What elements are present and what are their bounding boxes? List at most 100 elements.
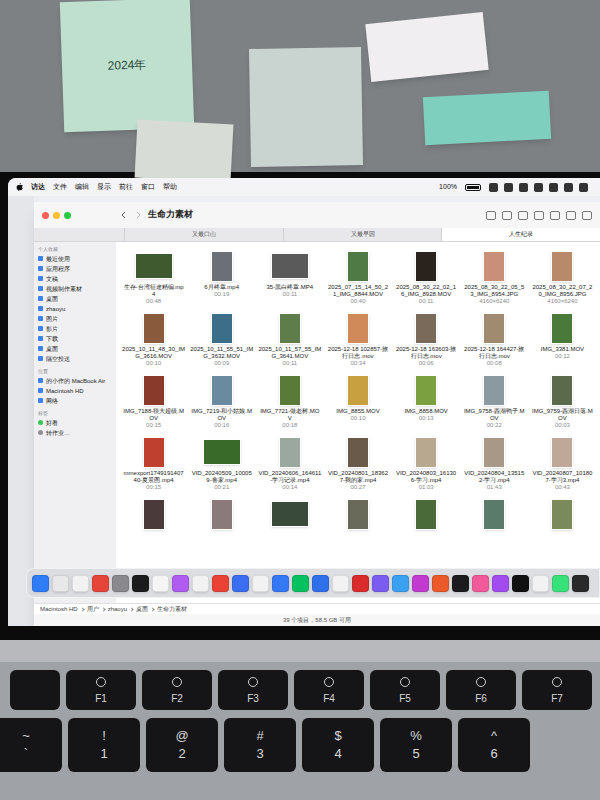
file-item[interactable]: 2025-12-18 163603-旅行日志.mov00:06 [395, 312, 458, 369]
file-item[interactable]: IMG_7721-做老树.MOV00:18 [258, 374, 321, 431]
file-item[interactable]: VID_20240804_135152-学习.mp401:43 [463, 436, 526, 493]
toolbar-icon[interactable] [518, 211, 528, 220]
sidebar-item[interactable]: 桌面 [38, 344, 112, 353]
file-item[interactable]: IMG_7188-很大超级.MOV00:15 [122, 374, 185, 431]
dock-app-icon[interactable] [352, 575, 369, 592]
dock-app-icon[interactable] [152, 575, 169, 592]
dock-app-icon[interactable] [92, 575, 109, 592]
file-item[interactable]: 35-黑白终章.MP400:11 [258, 250, 321, 307]
dock-app-icon[interactable] [132, 575, 149, 592]
dock-app-icon[interactable] [292, 575, 309, 592]
file-item[interactable]: 2025_08_30_22_02_16_IMG_8928.MOV00:11 [395, 250, 458, 307]
dock-app-icon[interactable] [52, 575, 69, 592]
menu-item[interactable]: 文件 [53, 182, 67, 193]
status-icon[interactable] [519, 183, 528, 192]
dock-app-icon[interactable] [372, 575, 389, 592]
file-item[interactable]: mmexport1749191407 40-夏景图.mp400:15 [122, 436, 185, 493]
zoom-button[interactable] [64, 212, 71, 219]
sidebar-item[interactable]: 的小作的 MacBook Air [38, 376, 112, 385]
dock-app-icon[interactable] [472, 575, 489, 592]
sidebar-item[interactable]: 转作业… [38, 428, 112, 437]
sidebar-item[interactable]: 影片 [38, 324, 112, 333]
file-item[interactable]: IMG_8858.MOV00:13 [395, 374, 458, 431]
dock-app-icon[interactable] [252, 575, 269, 592]
dock-app-icon[interactable] [232, 575, 249, 592]
path-item[interactable]: 桌面 [130, 605, 148, 614]
file-item[interactable]: VID_20240606_164611-学习记录.mp400:14 [258, 436, 321, 493]
file-item[interactable]: VID_20240807_101807-学习3.mp400:43 [531, 436, 594, 493]
menu-item[interactable]: 帮助 [163, 182, 177, 193]
back-icon[interactable] [120, 211, 128, 219]
dock-app-icon[interactable] [412, 575, 429, 592]
sidebar-item[interactable]: zhaoyu [38, 304, 112, 313]
file-item[interactable]: 生存-台湾征途精编.mp400:48 [122, 250, 185, 307]
sidebar-item[interactable]: 应用程序 [38, 264, 112, 273]
dock-app-icon[interactable] [172, 575, 189, 592]
dock-app-icon[interactable] [572, 575, 589, 592]
file-item[interactable]: 2025-12-18 164427-旅行日志.mov00:08 [463, 312, 526, 369]
dock-app-icon[interactable] [332, 575, 349, 592]
file-item[interactable]: 2025_10_11_48_30_IMG_3616.MOV00:10 [122, 312, 185, 369]
function-key[interactable]: F4 [294, 670, 364, 710]
dock-app-icon[interactable] [452, 575, 469, 592]
file-item[interactable]: VID_20240803_161306-学习.mp401:03 [395, 436, 458, 493]
number-key[interactable]: !1 [68, 718, 140, 772]
menu-item[interactable]: 编辑 [75, 182, 89, 193]
dock-app-icon[interactable] [492, 575, 509, 592]
number-key[interactable]: @2 [146, 718, 218, 772]
file-item[interactable]: 2025_10_11_57_55_IMG_3641.MOV00:11 [258, 312, 321, 369]
dock-app-icon[interactable] [432, 575, 449, 592]
file-item[interactable]: IMG_8855.MOV00:10 [326, 374, 389, 431]
tab[interactable]: 又最口山 [124, 228, 283, 241]
file-item[interactable]: IMG_9758-西湖鸭子.MOV00:22 [463, 374, 526, 431]
toolbar-icon[interactable] [534, 211, 544, 220]
dock-app-icon[interactable] [72, 575, 89, 592]
function-key[interactable]: F5 [370, 670, 440, 710]
function-key[interactable]: F2 [142, 670, 212, 710]
file-item[interactable]: 2025-12-18 102857-旅行日志.mov00:34 [326, 312, 389, 369]
dock-app-icon[interactable] [392, 575, 409, 592]
path-item[interactable]: Macintosh HD [40, 605, 78, 614]
status-icon[interactable] [549, 183, 558, 192]
sidebar-item[interactable]: 文稿 [38, 274, 112, 283]
menu-item[interactable]: 显示 [97, 182, 111, 193]
status-icon[interactable] [579, 183, 588, 192]
function-key[interactable]: F6 [446, 670, 516, 710]
number-key[interactable]: ~` [0, 718, 62, 772]
toolbar-icon[interactable] [486, 211, 496, 220]
status-icon[interactable] [534, 183, 543, 192]
toolbar-icon[interactable] [582, 211, 592, 220]
dock-app-icon[interactable] [312, 575, 329, 592]
number-key[interactable]: $4 [302, 718, 374, 772]
path-item[interactable]: 用户 [81, 605, 99, 614]
file-item[interactable]: IMG_7219-和小姑娘.MOV00:16 [190, 374, 253, 431]
number-key[interactable]: %5 [380, 718, 452, 772]
dock-app-icon[interactable] [212, 575, 229, 592]
tab[interactable]: 又最早园 [283, 228, 442, 241]
path-item[interactable]: 生命力素材 [151, 605, 187, 614]
menu-item[interactable]: 窗口 [141, 182, 155, 193]
sidebar-item[interactable]: 最近使用 [38, 254, 112, 263]
number-key[interactable]: ^6 [458, 718, 530, 772]
file-item[interactable]: IMG_9759-西湖日落.MOV00:03 [531, 374, 594, 431]
function-key[interactable]: F7 [522, 670, 592, 710]
sidebar-item[interactable]: 下载 [38, 334, 112, 343]
sidebar-item[interactable]: 隔空投送 [38, 354, 112, 363]
toolbar-icon[interactable] [502, 211, 512, 220]
path-item[interactable]: zhaoyu [102, 605, 127, 614]
function-key[interactable]: F1 [66, 670, 136, 710]
battery-icon[interactable] [465, 184, 481, 191]
dock-app-icon[interactable] [192, 575, 209, 592]
function-key[interactable]: F3 [218, 670, 288, 710]
file-item[interactable]: VID_20240509_100059-鲁家.mp400:21 [190, 436, 253, 493]
close-button[interactable] [42, 212, 49, 219]
sidebar-item[interactable]: 图片 [38, 314, 112, 323]
file-item[interactable]: 6月终章.mp400:19 [190, 250, 253, 307]
key[interactable] [10, 670, 60, 710]
status-icon[interactable] [489, 183, 498, 192]
file-item[interactable]: 2025_10_11_55_51_IMG_3632.MOV00:09 [190, 312, 253, 369]
sidebar-item[interactable]: 网络 [38, 396, 112, 405]
status-icon[interactable] [504, 183, 513, 192]
dock-app-icon[interactable] [32, 575, 49, 592]
forward-icon[interactable] [134, 211, 142, 219]
